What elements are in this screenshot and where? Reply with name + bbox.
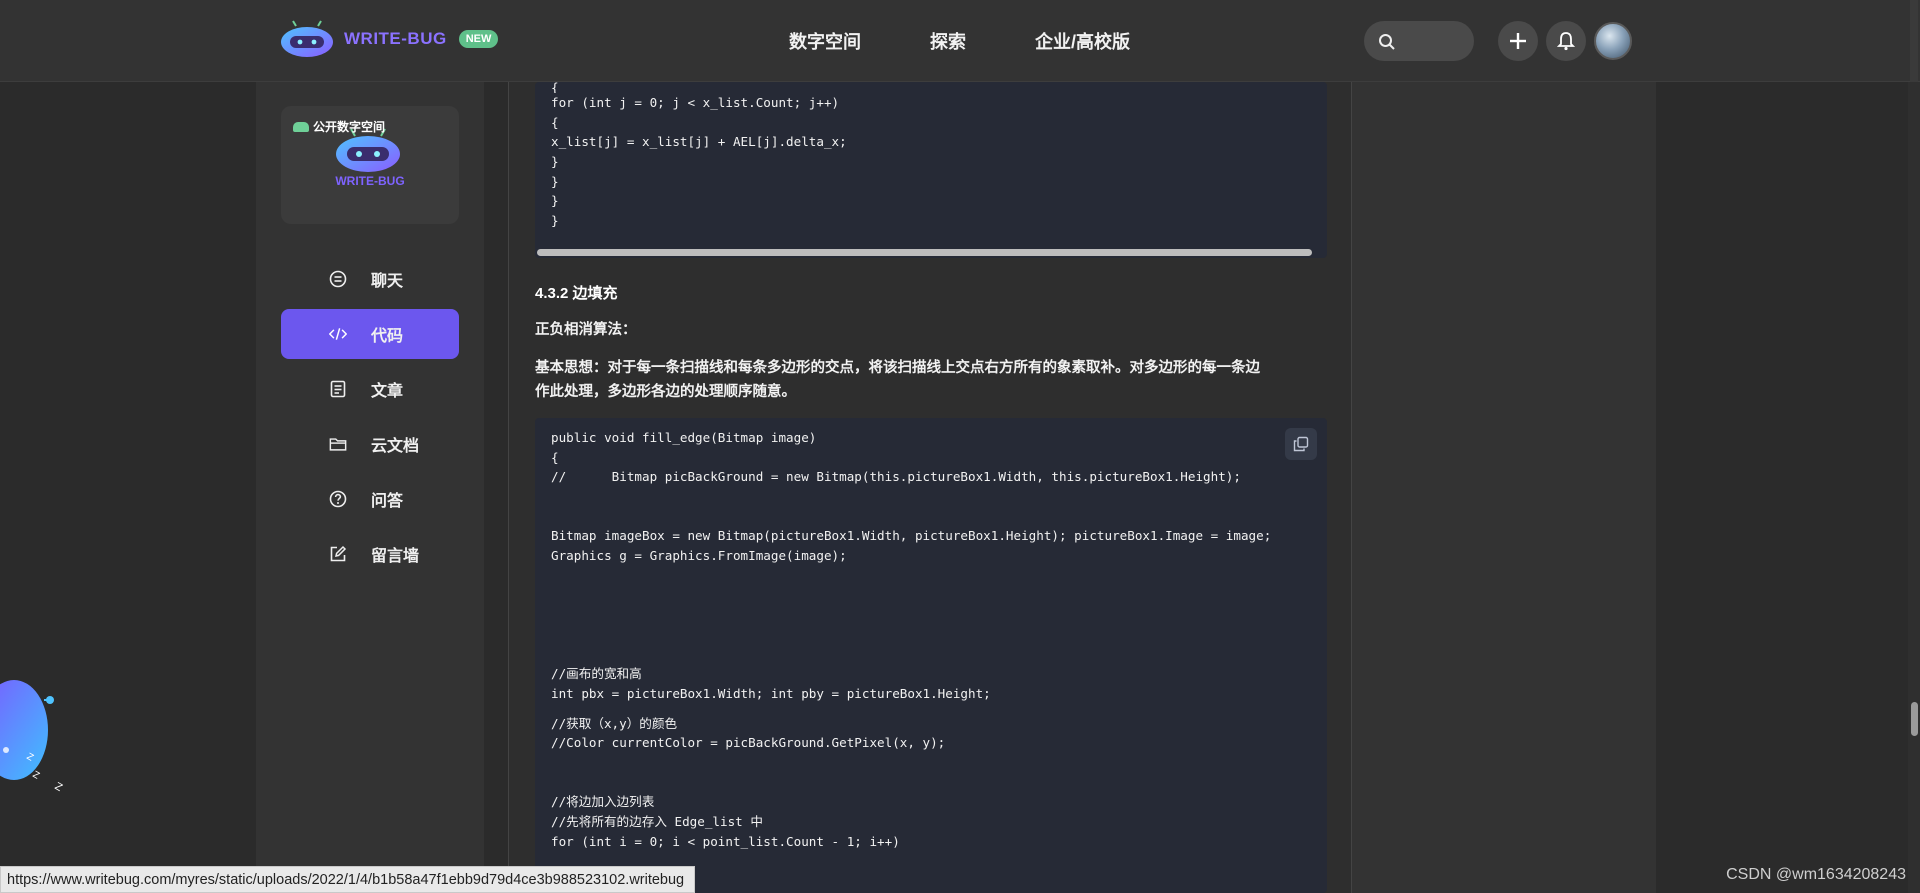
code-line: //获取（x,y）的颜色 — [551, 715, 678, 731]
bell-icon — [1557, 32, 1575, 51]
nav-enterprise[interactable]: 企业/高校版 — [1035, 28, 1130, 54]
code-block-1[interactable]: { for (int j = 0; j < x_list.Count; j++)… — [535, 82, 1327, 258]
main-nav: 数字空间 探索 企业/高校版 — [789, 28, 1199, 54]
user-avatar[interactable] — [1594, 22, 1632, 60]
code-line: public void fill_edge(Bitmap image) — [551, 430, 817, 445]
edit-icon — [329, 545, 347, 563]
code-line: //将边加入边列表 — [551, 794, 655, 810]
question-icon — [329, 490, 347, 508]
code-icon — [329, 325, 347, 343]
page-scrollbar-thumb[interactable] — [1911, 702, 1918, 736]
main-content: { for (int j = 0; j < x_list.Count; j++)… — [508, 82, 1352, 893]
page-scrollbar[interactable] — [1908, 82, 1920, 893]
brand-name: WRITE-BUG — [344, 29, 447, 48]
code-line: // Bitmap picBackGround = new Bitmap(thi… — [551, 469, 1241, 485]
code-line: int pbx = pictureBox1.Width; int pby = p… — [551, 685, 991, 701]
top-navbar: WRITE-BUG NEW 数字空间 探索 企业/高校版 — [0, 0, 1920, 82]
horizontal-scrollbar[interactable] — [537, 249, 1312, 256]
paragraph-line-1: 基本思想：对于每一条扫描线和每条多边形的交点，将该扫描线上交点右方所有的象素取补… — [535, 360, 1260, 376]
code-line: } — [551, 213, 559, 229]
floating-mascot-icon[interactable]: Z Z Z — [0, 672, 70, 802]
notifications-button[interactable] — [1546, 21, 1586, 61]
code-line: } — [551, 154, 559, 170]
sidebar-item-qa[interactable]: 问答 — [281, 474, 459, 524]
code-line: x_list[j] = x_list[j] + AEL[j].delta_x; — [551, 134, 847, 150]
code-line: for (int j = 0; j < x_list.Count; j++) — [551, 95, 840, 110]
copy-icon — [1293, 436, 1309, 452]
brand-logo[interactable]: WRITE-BUG NEW — [280, 20, 499, 58]
chat-icon — [329, 270, 347, 288]
public-space-card[interactable]: 公开数字空间 WRITE-BUG — [281, 106, 459, 224]
link-status-bar: https://www.writebug.com/myres/static/up… — [0, 866, 696, 893]
article-icon — [329, 380, 347, 398]
code-line: } — [551, 173, 559, 189]
sidebar: 公开数字空间 WRITE-BUG 聊天 代码 文章 云文档 问答 留言墙 — [256, 82, 484, 893]
code-line: for (int i = 0; i < point_list.Count - 1… — [551, 833, 900, 849]
section-heading: 4.3.2 边填充 — [535, 285, 618, 302]
code-line: //画布的宽和高 — [551, 666, 642, 682]
sidebar-item-chat[interactable]: 聊天 — [281, 254, 459, 304]
nav-digital-space[interactable]: 数字空间 — [789, 28, 861, 54]
search-icon — [1379, 34, 1395, 50]
android-icon — [293, 121, 309, 132]
nav-explore[interactable]: 探索 — [930, 28, 966, 54]
right-column — [1352, 82, 1656, 893]
code-line: //Color currentColor = picBackGround.Get… — [551, 735, 946, 751]
code-line: //先将所有的边存入 Edge_list 中 — [551, 814, 763, 830]
subheading: 正负相消算法： — [535, 322, 637, 338]
code-block-2[interactable]: public void fill_edge(Bitmap image) { //… — [535, 418, 1327, 893]
code-line: Graphics g = Graphics.FromImage(image); — [551, 548, 847, 564]
space-label: 公开数字空间 — [293, 118, 385, 135]
csdn-watermark: CSDN @wm1634208243 — [1726, 866, 1906, 883]
code-line: } — [551, 193, 559, 209]
sidebar-menu: 聊天 代码 文章 云文档 问答 留言墙 — [281, 254, 459, 584]
sidebar-item-cloud-docs[interactable]: 云文档 — [281, 419, 459, 469]
search-input[interactable] — [1364, 21, 1474, 61]
new-badge: NEW — [458, 30, 499, 48]
code-line: { — [551, 114, 559, 130]
code-line: { — [551, 449, 559, 465]
code-line: { — [551, 82, 559, 93]
top-scrollbar-segment — [1910, 0, 1918, 82]
plus-icon — [1510, 33, 1526, 49]
mascot-logo-icon — [281, 20, 333, 57]
code-line: Bitmap imageBox = new Bitmap(pictureBox1… — [551, 528, 1272, 544]
sidebar-item-message-wall[interactable]: 留言墙 — [281, 529, 459, 579]
sidebar-item-article[interactable]: 文章 — [281, 364, 459, 414]
folder-icon — [329, 435, 347, 453]
space-name: WRITE-BUG — [335, 174, 405, 188]
create-button[interactable] — [1498, 21, 1538, 61]
copy-button[interactable] — [1285, 428, 1317, 460]
svg-text:Z: Z — [53, 781, 65, 794]
paragraph-line-2: 作此处理，多边形各边的处理顺序随意。 — [535, 384, 796, 400]
sidebar-item-code[interactable]: 代码 — [281, 309, 459, 359]
